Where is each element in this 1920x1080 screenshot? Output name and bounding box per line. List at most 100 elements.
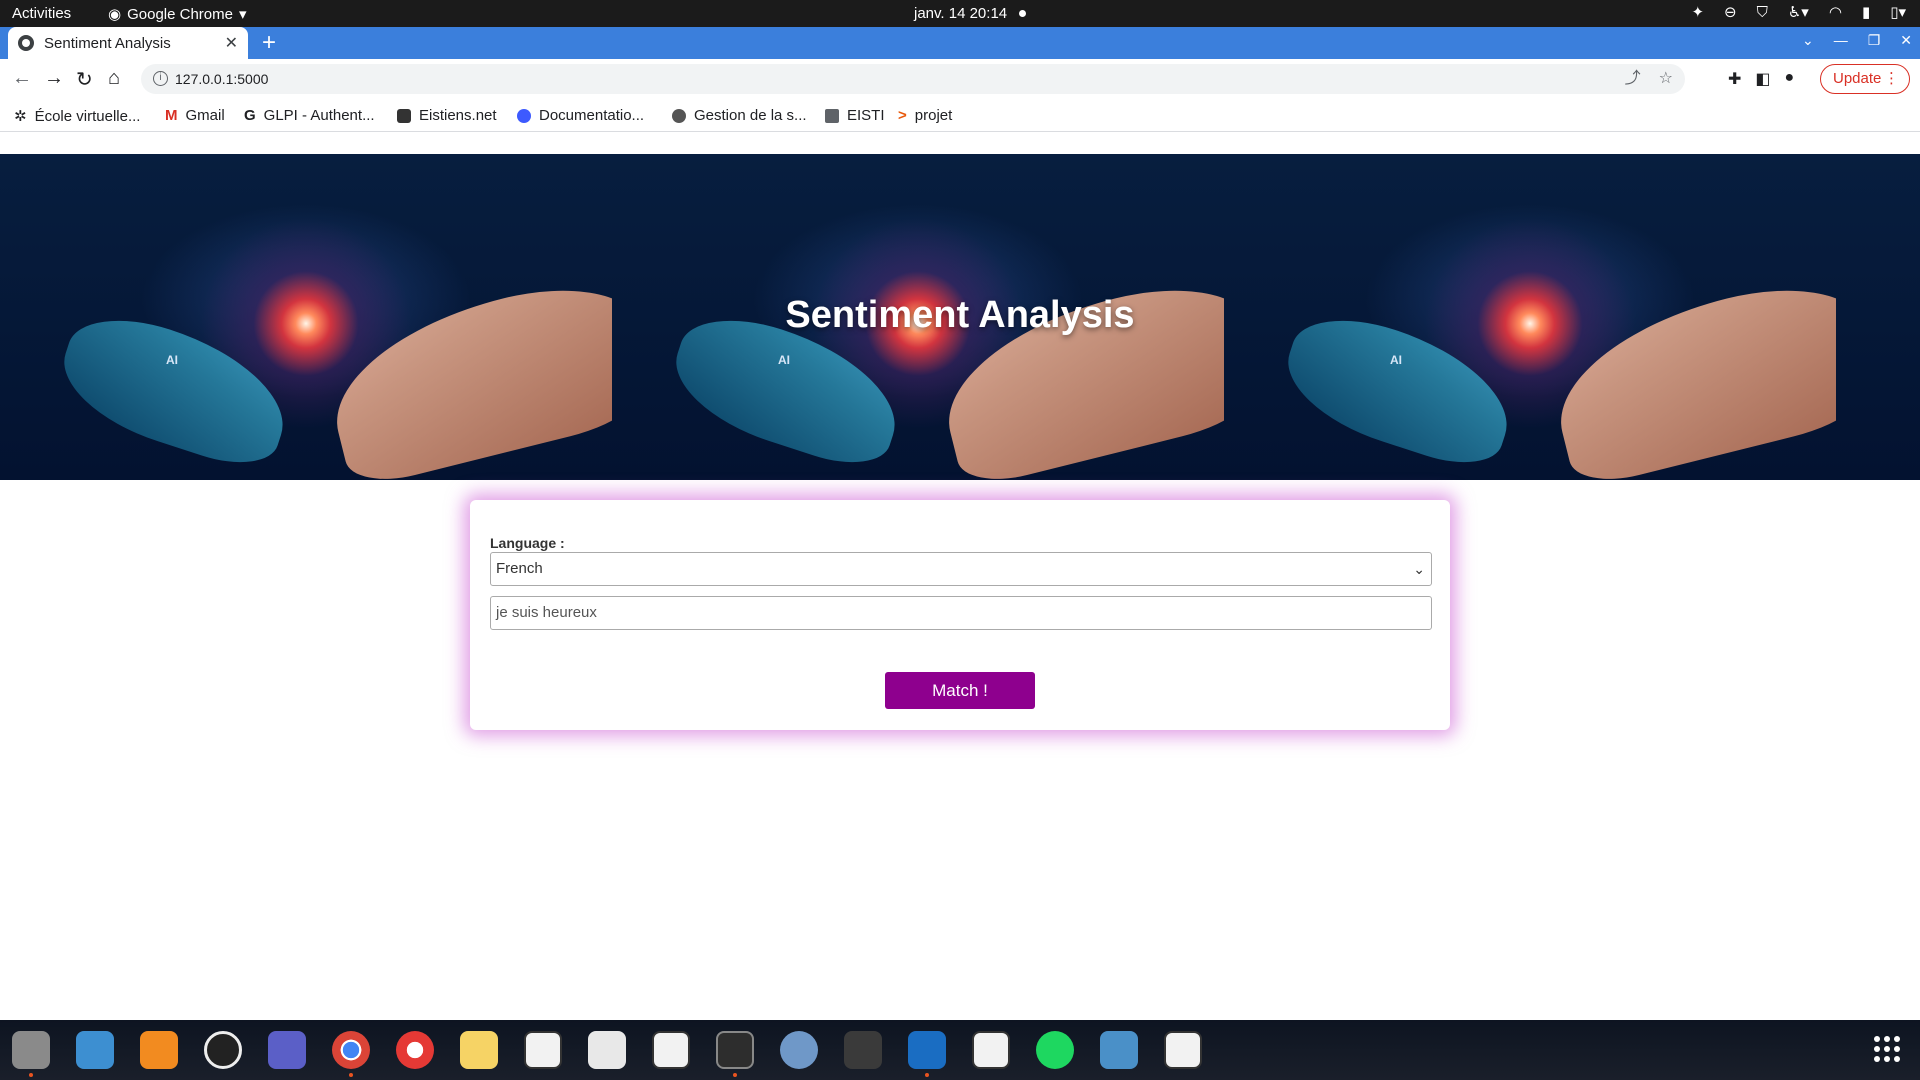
gear-icon: ✲ — [14, 108, 27, 125]
home-button[interactable]: ⌂ — [108, 67, 120, 90]
glpi-icon: G — [244, 107, 256, 124]
accessibility-icon[interactable]: ♿▾ — [1788, 3, 1809, 21]
star-icon[interactable]: ☆ — [1659, 64, 1673, 94]
do-not-disturb-icon[interactable]: ⊖ — [1724, 3, 1737, 21]
app-menu[interactable]: ◉ Google Chrome ▾ — [108, 5, 247, 24]
libreoffice-writer-icon[interactable] — [652, 1031, 690, 1069]
r-icon[interactable] — [780, 1031, 818, 1069]
globe-icon — [672, 108, 686, 123]
language-select-value: French — [496, 560, 543, 577]
pdf-editor-icon[interactable] — [140, 1031, 178, 1069]
bookmark-label: EISTI — [847, 107, 885, 124]
close-icon[interactable]: ✕ — [225, 33, 238, 53]
update-label: Update — [1833, 70, 1882, 87]
bookmark-glpi[interactable]: G GLPI - Authent... — [244, 107, 375, 124]
running-indicator — [733, 1073, 737, 1077]
help-icon[interactable] — [396, 1031, 434, 1069]
bookmark-eisti-folder[interactable]: EISTI — [825, 107, 885, 124]
forward-button[interactable]: → — [44, 67, 64, 90]
text-input[interactable]: je suis heureux — [490, 596, 1432, 630]
site-icon — [397, 108, 411, 123]
bookmark-gestion[interactable]: Gestion de la s... — [672, 107, 807, 124]
timeshift-icon[interactable] — [204, 1031, 242, 1069]
info-icon[interactable]: i — [153, 71, 168, 86]
writer-icon[interactable] — [524, 1031, 562, 1069]
terminal-icon[interactable] — [716, 1031, 754, 1069]
shield-icon[interactable]: ⛉ — [1757, 4, 1768, 21]
sentiment-form-card: Language : French ⌄ je suis heureux Matc… — [470, 500, 1450, 730]
running-indicator — [349, 1073, 353, 1077]
chevron-down-icon: ⌄ — [1413, 561, 1425, 577]
update-button[interactable]: Update ⋮ — [1820, 64, 1910, 94]
tab-sentiment-analysis[interactable]: Sentiment Analysis ✕ — [8, 27, 248, 59]
bookmark-label: École virtuelle... — [34, 107, 141, 125]
bookmark-label: Gestion de la s... — [694, 107, 807, 124]
url-text: 127.0.0.1:5000 — [175, 71, 269, 87]
reload-button[interactable]: ↻ — [76, 67, 93, 92]
page-title: Sentiment Analysis — [785, 294, 1135, 336]
language-select[interactable]: French ⌄ — [490, 552, 1432, 586]
bookmarks-bar: ✲ École virtuelle... M Gmail G GLPI - Au… — [0, 99, 1920, 132]
software-store-icon[interactable] — [76, 1031, 114, 1069]
side-panel-icon[interactable]: ◧ — [1755, 69, 1770, 89]
new-tab-button[interactable]: + — [262, 29, 276, 57]
activities-button[interactable]: Activities — [12, 5, 71, 22]
app-menu-label: Google Chrome — [127, 5, 233, 23]
close-window-button[interactable]: ✕ — [1900, 32, 1912, 49]
teams-tray-icon[interactable]: ✦ — [1691, 3, 1704, 21]
calculator-icon[interactable] — [844, 1031, 882, 1069]
share-icon[interactable]: ⤴ — [1625, 64, 1641, 94]
address-bar[interactable]: i 127.0.0.1:5000 ⤴ ☆ — [141, 64, 1685, 94]
match-button[interactable]: Match ! — [885, 672, 1035, 709]
wifi-icon[interactable]: ◠ — [1829, 3, 1842, 21]
spotify-icon[interactable] — [1036, 1031, 1074, 1069]
restore-button[interactable]: ❐ — [1868, 32, 1881, 49]
calc-sheet-icon[interactable] — [972, 1031, 1010, 1069]
running-indicator — [29, 1073, 33, 1077]
bookmark-eistiens[interactable]: Eistiens.net — [397, 107, 497, 124]
bookmark-label: Documentatio... — [539, 107, 645, 124]
system-top-bar: Activities ◉ Google Chrome ▾ janv. 14 20… — [0, 0, 1920, 27]
ai-badge: AI — [778, 353, 790, 367]
screenshot-icon[interactable] — [1100, 1031, 1138, 1069]
clock[interactable]: janv. 14 20:14 — [914, 5, 1007, 22]
chrome-icon: ◉ — [108, 6, 122, 23]
extensions-icon[interactable]: ✚ — [1728, 69, 1741, 89]
battery-icon[interactable]: ▯▾ — [1890, 3, 1906, 21]
browser-toolbar: ← → ↻ ⌂ i 127.0.0.1:5000 ⤴ ☆ ✚ ◧ ● Updat… — [0, 59, 1920, 99]
hero-banner: AI AI AI Sentiment Analysis — [0, 154, 1920, 480]
show-apps-grid-icon[interactable] — [1874, 1036, 1900, 1062]
back-button[interactable]: ← — [12, 67, 32, 90]
bookmark-gmail[interactable]: M Gmail — [165, 107, 225, 124]
bookmark-label: GLPI - Authent... — [263, 107, 375, 124]
bookmark-ecole-virtuelle[interactable]: ✲ École virtuelle... — [14, 107, 141, 126]
arrow-icon: > — [898, 107, 907, 124]
chrome-icon[interactable] — [332, 1031, 370, 1069]
system-tray[interactable]: ✦ ⊖ ⛉ ♿▾ ◠ ▮ ▯▾ — [1691, 3, 1906, 22]
ai-badge: AI — [1390, 353, 1402, 367]
profile-icon[interactable]: ● — [1785, 69, 1795, 89]
folder-icon — [825, 108, 839, 123]
notification-dot — [1019, 10, 1026, 17]
gmail-icon: M — [165, 107, 178, 124]
text-editor-icon[interactable] — [460, 1031, 498, 1069]
docs-icon — [517, 108, 531, 123]
chevron-down-icon: ▾ — [238, 6, 247, 23]
teams-icon[interactable] — [268, 1031, 306, 1069]
window-controls: ⌄ — ❐ ✕ — [1802, 32, 1912, 49]
bookmark-projet[interactable]: > projet — [898, 107, 952, 124]
tab-search-icon[interactable]: ⌄ — [1802, 32, 1814, 49]
files-icon[interactable] — [12, 1031, 50, 1069]
page-viewport: AI AI AI Sentiment Analysis Language : F… — [0, 133, 1920, 1020]
bookmark-label: projet — [914, 107, 953, 124]
tab-title: Sentiment Analysis — [44, 34, 171, 52]
bookmark-documentation[interactable]: Documentatio... — [517, 107, 644, 124]
document-viewer-icon[interactable] — [588, 1031, 626, 1069]
vscode-icon[interactable] — [908, 1031, 946, 1069]
tab-strip: Sentiment Analysis ✕ + ⌄ — ❐ ✕ — [0, 27, 1920, 59]
globe-icon — [18, 35, 34, 51]
libreoffice-icon[interactable] — [1164, 1031, 1202, 1069]
minimize-button[interactable]: — — [1834, 32, 1848, 49]
extensions-area: ✚ ◧ ● — [1728, 69, 1794, 89]
signal-icon[interactable]: ▮ — [1862, 3, 1870, 21]
